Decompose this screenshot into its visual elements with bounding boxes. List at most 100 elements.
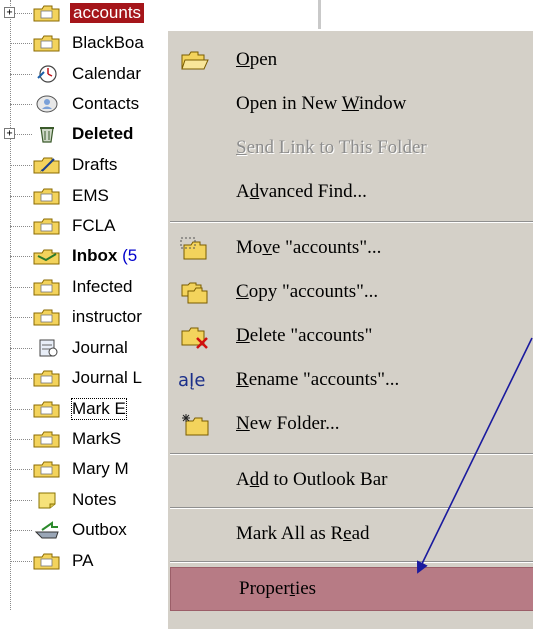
- tree-item-deleted[interactable]: + Deleted: [0, 121, 175, 147]
- tree-item-marks[interactable]: MarkS: [0, 426, 175, 452]
- deleted-items-icon: [40, 127, 54, 143]
- tree-item-drafts[interactable]: Drafts: [0, 152, 175, 178]
- menu-item-rename[interactable]: aĮe Rename "accounts"...: [168, 359, 533, 403]
- folder-icon: [33, 279, 60, 296]
- menu-item-mark-all-as-read[interactable]: Mark All as Read: [168, 513, 533, 557]
- menu-label: Copy "accounts"...: [236, 281, 379, 302]
- tree-connector: [10, 409, 32, 410]
- menu-label: Open: [236, 49, 278, 70]
- calendar-icon: [37, 65, 57, 83]
- tree-item-blackboard[interactable]: BlackBoa: [0, 30, 175, 56]
- folder-icon: [33, 35, 60, 52]
- context-menu: Open Open in New Window Send Link to Thi…: [166, 29, 533, 629]
- tree-connector: [10, 317, 32, 318]
- menu-separator: [170, 507, 533, 509]
- menu-separator: [170, 221, 533, 223]
- folder-icon: [33, 401, 60, 418]
- folder-label: Journal L: [72, 368, 142, 387]
- expand-icon[interactable]: +: [4, 128, 15, 139]
- tree-item-pa[interactable]: PA: [0, 548, 175, 574]
- folder-icon: [33, 218, 60, 235]
- tree-item-contacts[interactable]: Contacts: [0, 91, 175, 117]
- notes-icon: [38, 492, 56, 509]
- folder-label: Mark E: [71, 398, 127, 420]
- menu-item-new-folder[interactable]: New Folder...: [168, 403, 533, 447]
- menu-item-delete[interactable]: Delete "accounts": [168, 315, 533, 359]
- unread-count: (5: [122, 246, 138, 265]
- new-folder-icon: [182, 414, 209, 436]
- rename-icon: aĮe: [178, 370, 206, 391]
- menu-separator: [170, 561, 533, 563]
- folder-tree: + accounts BlackBoa Calendar Contacts + …: [0, 0, 175, 610]
- expand-icon[interactable]: +: [4, 7, 15, 18]
- tree-connector: [10, 43, 32, 44]
- tree-connector: [10, 256, 32, 257]
- tree-connector: [10, 439, 32, 440]
- tree-connector: [10, 378, 32, 379]
- menu-item-open[interactable]: Open: [168, 39, 533, 83]
- folder-icon: [33, 188, 60, 205]
- folder-label: FCLA: [72, 216, 116, 235]
- menu-item-advanced-find[interactable]: Advanced Find...: [168, 171, 533, 215]
- menu-label: Mark All as Read: [236, 523, 370, 544]
- tree-item-ems[interactable]: EMS: [0, 183, 175, 209]
- folder-icon: [33, 370, 60, 387]
- menu-item-send-link: Send Link to This Folder: [168, 127, 533, 171]
- tree-item-calendar[interactable]: Calendar: [0, 61, 175, 87]
- folder-label: PA: [72, 551, 94, 570]
- tree-item-notes[interactable]: Notes: [0, 487, 175, 513]
- menu-label: Add to Outlook Bar: [236, 469, 388, 490]
- tree-connector: [10, 530, 32, 531]
- folder-label: accounts: [70, 3, 145, 23]
- tree-connector: [10, 469, 32, 470]
- tree-item-outbox[interactable]: Outbox: [0, 517, 175, 543]
- folder-label: EMS: [72, 186, 109, 205]
- folder-label: Infected: [72, 277, 133, 296]
- tree-item-fcla[interactable]: FCLA: [0, 213, 175, 239]
- menu-label: Advanced Find...: [236, 181, 367, 202]
- folder-label: MarkS: [72, 429, 122, 448]
- folder-icon: [33, 5, 60, 22]
- folder-label: Journal: [72, 338, 128, 357]
- outbox-icon: [34, 521, 59, 539]
- tree-item-accounts[interactable]: + accounts: [0, 0, 175, 26]
- menu-label: Properties: [239, 578, 317, 599]
- menu-item-copy[interactable]: Copy "accounts"...: [168, 271, 533, 315]
- menu-item-properties[interactable]: Properties: [170, 567, 533, 611]
- menu-item-open-new-window[interactable]: Open in New Window: [168, 83, 533, 127]
- tree-connector: [10, 165, 32, 166]
- inbox-label: Inbox: [72, 246, 118, 265]
- tree-connector: [10, 500, 32, 501]
- tree-connector: [10, 74, 32, 75]
- folder-label: Deleted: [72, 124, 134, 143]
- tree-item-mary-m[interactable]: Mary M: [0, 456, 175, 482]
- open-folder-icon: [181, 51, 209, 70]
- folder-label: BlackBoa: [72, 33, 144, 52]
- folder-label: Inbox (5: [72, 246, 137, 266]
- tree-item-journal-l[interactable]: Journal L: [0, 365, 175, 391]
- folder-icon: [33, 553, 60, 570]
- tree-connector: [10, 104, 32, 105]
- tree-item-journal[interactable]: Journal: [0, 335, 175, 361]
- menu-label: Move "accounts"...: [236, 237, 382, 258]
- menu-item-move[interactable]: Move "accounts"...: [168, 227, 533, 271]
- folder-label: Mary M: [72, 459, 129, 478]
- tree-item-instructor[interactable]: instructor: [0, 304, 175, 330]
- inbox-icon: [33, 249, 60, 265]
- folder-icon: [33, 431, 60, 448]
- tree-connector: [10, 561, 32, 562]
- tree-connector: [10, 226, 32, 227]
- folder-icon: [33, 309, 60, 326]
- menu-label: Rename "accounts"...: [236, 369, 400, 390]
- journal-icon: [39, 339, 58, 357]
- folder-label: Contacts: [72, 94, 140, 113]
- tree-connector: [10, 287, 32, 288]
- tree-item-inbox[interactable]: Inbox (5: [0, 243, 175, 269]
- copy-folder-icon: [181, 282, 208, 304]
- tree-connector: [10, 196, 32, 197]
- tree-item-infected[interactable]: Infected: [0, 274, 175, 300]
- folder-label: instructor: [72, 307, 142, 326]
- menu-item-add-to-outlook-bar[interactable]: Add to Outlook Bar: [168, 459, 533, 503]
- menu-label: New Folder...: [236, 413, 340, 434]
- tree-item-mark-e[interactable]: Mark E: [0, 396, 175, 422]
